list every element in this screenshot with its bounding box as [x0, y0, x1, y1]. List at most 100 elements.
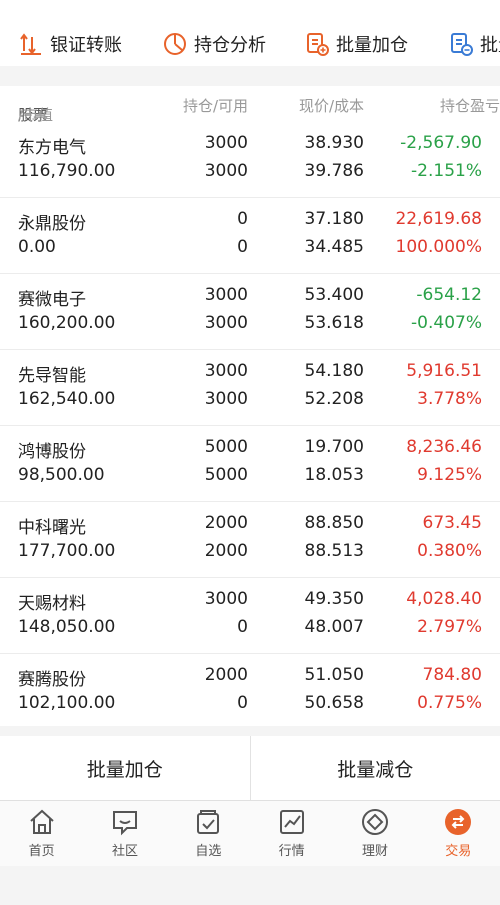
table-row[interactable]: 先导智能 162,540.00 3000 3000 54.180 52.208 …: [0, 350, 500, 426]
position-analysis-label: 持仓分析: [194, 35, 266, 56]
profit-loss-percent: 3.778%: [417, 389, 482, 409]
tab-community[interactable]: 社区: [83, 801, 166, 866]
profit-loss: 8,236.46: [406, 437, 482, 457]
community-icon: [112, 811, 137, 836]
header-pl: 持仓盈亏: [439, 97, 500, 115]
market-value: 148,050.00: [18, 617, 116, 637]
available-qty: 0: [237, 617, 248, 637]
market-value: 102,100.00: [18, 693, 116, 713]
home-icon: [29, 809, 54, 834]
batch-add-position-button[interactable]: 批量加仓: [0, 736, 250, 800]
bank-transfer-button[interactable]: 银证转账: [18, 28, 122, 60]
header-price: 现价/成本: [298, 97, 364, 115]
bank-transfer-icon: [20, 33, 41, 55]
profit-loss: 5,916.51: [406, 361, 482, 381]
tab-wealth-label: 理财: [361, 844, 388, 859]
table-header: 股票/市值 持仓/可用 现价/成本 持仓盈亏: [0, 86, 500, 124]
profit-loss: 4,028.40: [406, 589, 482, 609]
table-row[interactable]: 中科曙光 177,700.00 2000 2000 88.850 88.513 …: [0, 502, 500, 578]
available-qty: 0: [237, 237, 248, 257]
current-price: 53.400: [304, 285, 364, 305]
market-value: 162,540.00: [18, 389, 116, 409]
cost-price: 48.007: [304, 617, 364, 637]
tab-trade[interactable]: 交易: [417, 801, 500, 866]
tab-trade-label: 交易: [445, 844, 472, 859]
holding-qty: 5000: [204, 437, 248, 457]
tab-wealth[interactable]: 理财: [333, 801, 416, 866]
holding-qty: 0: [237, 209, 248, 229]
profit-loss-percent: 0.380%: [417, 541, 482, 561]
stock-name: 赛腾股份: [18, 670, 86, 690]
current-price: 51.050: [304, 665, 364, 685]
bank-transfer-label: 银证转账: [50, 35, 122, 56]
batch-reduce-icon: [451, 33, 473, 56]
watchlist-icon: [197, 810, 220, 834]
current-price: 38.930: [304, 133, 364, 153]
cost-price: 39.786: [304, 161, 364, 181]
header-holding: 持仓/可用: [182, 97, 248, 115]
cost-price: 52.208: [304, 389, 364, 409]
profit-loss: 22,619.68: [395, 209, 482, 229]
batch-reduce-button[interactable]: 批量: [448, 28, 500, 60]
available-qty: 2000: [204, 541, 248, 561]
position-analysis-button[interactable]: 持仓分析: [162, 28, 266, 60]
current-price: 37.180: [304, 209, 364, 229]
profit-loss: -654.12: [416, 285, 482, 305]
tab-home-label: 首页: [28, 844, 55, 859]
profit-loss: 784.80: [422, 665, 482, 685]
batch-add-icon: [307, 33, 329, 56]
tab-watchlist-label: 自选: [195, 844, 222, 859]
pie-chart-icon: [164, 33, 186, 55]
batch-add-button[interactable]: 批量加仓: [304, 28, 408, 60]
profit-loss: 673.45: [422, 513, 482, 533]
batch-actions: 批量加仓 批量减仓: [0, 736, 500, 800]
tab-watchlist[interactable]: 自选: [167, 801, 250, 866]
cost-price: 34.485: [304, 237, 364, 257]
table-row[interactable]: 赛腾股份 102,100.00 2000 0 51.050 50.658 784…: [0, 654, 500, 726]
bottom-fill: [0, 866, 500, 905]
available-qty: 5000: [204, 465, 248, 485]
tab-market[interactable]: 行情: [250, 801, 333, 866]
cost-price: 53.618: [304, 313, 364, 333]
cost-price: 50.658: [304, 693, 364, 713]
stock-name: 东方电气: [18, 138, 86, 158]
table-row[interactable]: 鸿博股份 98,500.00 5000 5000 19.700 18.053 8…: [0, 426, 500, 502]
stock-name: 鸿博股份: [18, 442, 86, 462]
batch-reduce-position-button[interactable]: 批量减仓: [251, 736, 500, 800]
tab-community-label: 社区: [111, 844, 138, 859]
current-price: 49.350: [304, 589, 364, 609]
market-value: 160,200.00: [18, 313, 116, 333]
profit-loss: -2,567.90: [400, 133, 482, 153]
profit-loss-percent: 2.797%: [417, 617, 482, 637]
market-icon: [279, 810, 304, 834]
cost-price: 88.513: [304, 541, 364, 561]
bottom-tab-bar: 首页 社区 自选 行情 理财 交易: [0, 800, 500, 866]
stock-name: 中科曙光: [18, 518, 86, 538]
batch-reduce-label: 批量: [480, 35, 500, 56]
stock-name: 天赐材料: [18, 594, 86, 614]
table-row[interactable]: 天赐材料 148,050.00 3000 0 49.350 48.007 4,0…: [0, 578, 500, 654]
stock-name: 永鼎股份: [18, 214, 86, 234]
current-price: 88.850: [304, 513, 364, 533]
tab-market-label: 行情: [278, 844, 305, 859]
available-qty: 3000: [204, 161, 248, 181]
market-value: 116,790.00: [18, 161, 116, 181]
section-gap: [0, 66, 500, 86]
table-row[interactable]: 永鼎股份 0.00 0 0 37.180 34.485 22,619.68 10…: [0, 198, 500, 274]
holding-qty: 2000: [204, 513, 248, 533]
trade-icon: [445, 809, 472, 835]
holding-qty: 3000: [204, 133, 248, 153]
market-value: 98,500.00: [18, 465, 105, 485]
wealth-icon: [361, 809, 388, 835]
stock-name: 赛微电子: [18, 290, 86, 310]
profit-loss-percent: 0.775%: [417, 693, 482, 713]
stock-name: 先导智能: [18, 366, 86, 386]
profit-loss-percent: -2.151%: [411, 161, 482, 181]
table-row[interactable]: 东方电气 116,790.00 3000 3000 38.930 39.786 …: [0, 122, 500, 198]
profit-loss-percent: 100.000%: [395, 237, 482, 257]
tab-home[interactable]: 首页: [0, 801, 83, 866]
market-value: 0.00: [18, 237, 56, 257]
cost-price: 18.053: [304, 465, 364, 485]
table-row[interactable]: 赛微电子 160,200.00 3000 3000 53.400 53.618 …: [0, 274, 500, 350]
holding-qty: 2000: [204, 665, 248, 685]
